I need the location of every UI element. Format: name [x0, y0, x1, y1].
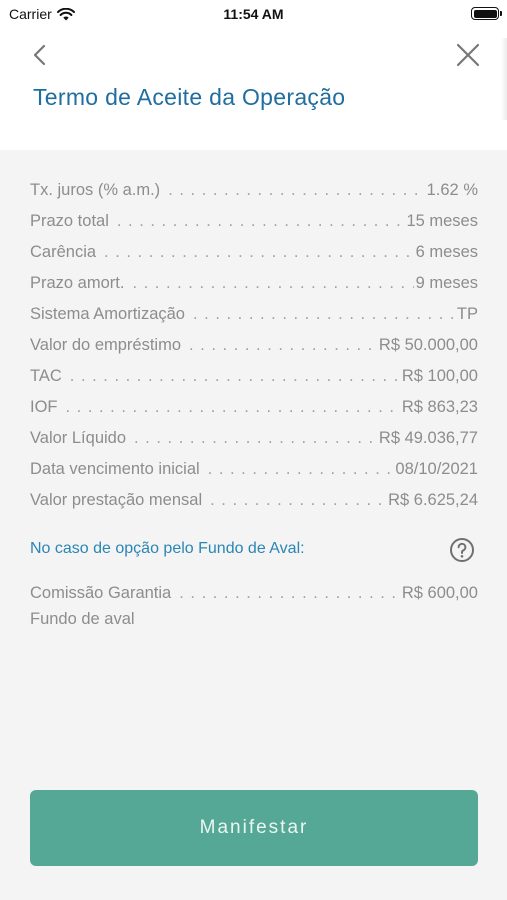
detail-row-iof: IOF R$ 863,23 [30, 398, 478, 429]
guarantee-value: R$ 600,00 [401, 584, 478, 602]
guarantee-section: Comissão Garantia R$ 600,00 Fundo de ava… [30, 584, 478, 629]
leader-dots [193, 305, 455, 324]
aval-note: No caso de opção pelo Fundo de Aval: [30, 540, 305, 557]
detail-value: R$ 100,00 [401, 367, 478, 385]
detail-row-monthly-installment: Valor prestação mensal R$ 6.625,24 [30, 491, 478, 522]
detail-value: R$ 49.036,77 [378, 429, 478, 447]
detail-row-interest-rate: Tx. juros (% a.m.) 1.62 % [30, 181, 478, 212]
detail-label: Valor prestação mensal [30, 491, 203, 509]
side-shadow [501, 38, 507, 120]
detail-row-amortization-system: Sistema Amortização TP [30, 305, 478, 336]
detail-label: Prazo total [30, 212, 109, 230]
leader-dots [168, 181, 424, 200]
detail-row-amortization-term: Prazo amort. 9 meses [30, 274, 478, 305]
leader-dots [132, 274, 413, 293]
detail-value: 1.62 % [426, 181, 478, 199]
manifestar-button[interactable]: Manifestar [30, 790, 478, 866]
detail-value: 08/10/2021 [395, 460, 478, 478]
leader-dots [66, 398, 400, 417]
detail-value: R$ 6.625,24 [388, 491, 478, 509]
detail-row-first-due-date: Data vencimento inicial 08/10/2021 [30, 460, 478, 491]
detail-value: 15 meses [406, 212, 478, 230]
detail-value: 6 meses [415, 243, 478, 261]
leader-dots [208, 460, 394, 479]
detail-label: Data vencimento inicial [30, 460, 200, 478]
leader-dots [179, 584, 400, 603]
chevron-left-icon [33, 44, 46, 66]
close-button[interactable] [455, 42, 481, 68]
question-circle-icon [450, 538, 474, 562]
detail-value: 9 meses [415, 274, 478, 292]
guarantee-sublabel: Fundo de aval [30, 610, 135, 628]
leader-dots [210, 491, 386, 510]
leader-dots [70, 367, 400, 386]
guarantee-row: Comissão Garantia R$ 600,00 [30, 584, 478, 610]
loan-details-list: Tx. juros (% a.m.) 1.62 % Prazo total 15… [30, 181, 478, 522]
detail-label: Prazo amort. [30, 274, 125, 292]
detail-value: R$ 863,23 [401, 398, 478, 416]
detail-label: TAC [30, 367, 62, 385]
close-icon [456, 43, 480, 67]
detail-label: Tx. juros (% a.m.) [30, 181, 161, 199]
detail-row-grace-period: Carência 6 meses [30, 243, 478, 274]
leader-dots [104, 243, 414, 262]
detail-row-tac: TAC R$ 100,00 [30, 367, 478, 398]
leader-dots [134, 429, 377, 448]
status-time: 11:54 AM [223, 6, 284, 22]
detail-label: Sistema Amortização [30, 305, 185, 323]
detail-row-loan-amount: Valor do empréstimo R$ 50.000,00 [30, 336, 478, 367]
detail-row-net-amount: Valor Líquido R$ 49.036,77 [30, 429, 478, 460]
help-button[interactable] [449, 537, 475, 563]
detail-value: R$ 50.000,00 [378, 336, 478, 354]
status-bar: Carrier 11:54 AM [0, 0, 507, 28]
page-title: Termo de Aceite da Operação [33, 84, 346, 110]
detail-label: Valor do empréstimo [30, 336, 182, 354]
back-button[interactable] [28, 42, 52, 68]
detail-row-total-term: Prazo total 15 meses [30, 212, 478, 243]
detail-value: TP [456, 305, 478, 323]
detail-label: IOF [30, 398, 58, 416]
detail-label: Valor Líquido [30, 429, 127, 447]
header: Carrier 11:54 AM Termo de Aceite da Oper… [0, 0, 507, 150]
leader-dots [189, 336, 377, 355]
guarantee-label: Comissão Garantia [30, 584, 172, 602]
battery-icon [471, 7, 502, 20]
detail-label: Carência [30, 243, 97, 261]
leader-dots [117, 212, 405, 231]
